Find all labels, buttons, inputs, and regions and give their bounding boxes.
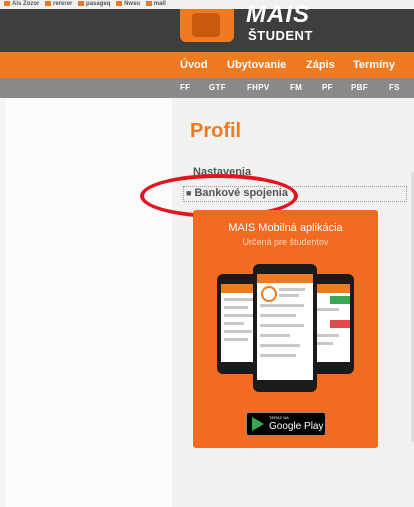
- faculty-fhpv[interactable]: FHPV: [247, 83, 270, 92]
- promo-subtitle: Určená pre študentov: [242, 237, 329, 247]
- bookmarks-bar: Ais Zozor rererer pasageq Nwsu mall: [0, 0, 414, 9]
- left-panel: [5, 98, 172, 507]
- faculty-ff[interactable]: FF: [180, 83, 190, 92]
- page-title: Profil: [190, 120, 242, 142]
- mobile-app-promo: MAIS Mobilná aplikácia Určená pre študen…: [193, 210, 378, 448]
- main-nav: Úvod Ubytovanie Zápis Termíny: [0, 52, 414, 78]
- faculty-fm[interactable]: FM: [290, 83, 302, 92]
- bookmark[interactable]: mall: [145, 0, 166, 9]
- badge-small-text: TERAZ NA: [269, 415, 289, 420]
- nav-item-ubytovanie[interactable]: Ubytovanie: [227, 59, 286, 71]
- faculty-nav: FF GTF FHPV FM PF PBF FS: [0, 78, 414, 98]
- logo-icon: [192, 13, 220, 37]
- bookmark[interactable]: Ais Zozor: [4, 0, 39, 9]
- faculty-fs[interactable]: FS: [389, 83, 400, 92]
- play-store-icon: [252, 417, 264, 431]
- nav-item-terminy[interactable]: Termíny: [353, 59, 395, 71]
- badge-store-name: Google Play: [269, 421, 324, 432]
- header-subtitle: ŠTUDENT: [248, 28, 313, 43]
- faculty-gtf[interactable]: GTF: [209, 83, 226, 92]
- logo-text: MAIS: [246, 1, 310, 28]
- faculty-pbf[interactable]: PBF: [351, 83, 368, 92]
- mais-logo[interactable]: [180, 9, 234, 42]
- bookmark[interactable]: pasageq: [78, 0, 110, 9]
- nav-item-zapis[interactable]: Zápis: [306, 59, 335, 71]
- promo-title: MAIS Mobilná aplikácia: [228, 222, 343, 234]
- bookmark[interactable]: rererer: [45, 0, 72, 9]
- bookmark[interactable]: Nwsu: [116, 0, 140, 9]
- site-header: MAIS ŠTUDENT: [0, 1, 414, 52]
- faculty-pf[interactable]: PF: [322, 83, 333, 92]
- phone-center-image: [253, 264, 317, 392]
- nav-item-uvod[interactable]: Úvod: [180, 59, 208, 71]
- google-play-badge[interactable]: TERAZ NA Google Play: [246, 412, 326, 436]
